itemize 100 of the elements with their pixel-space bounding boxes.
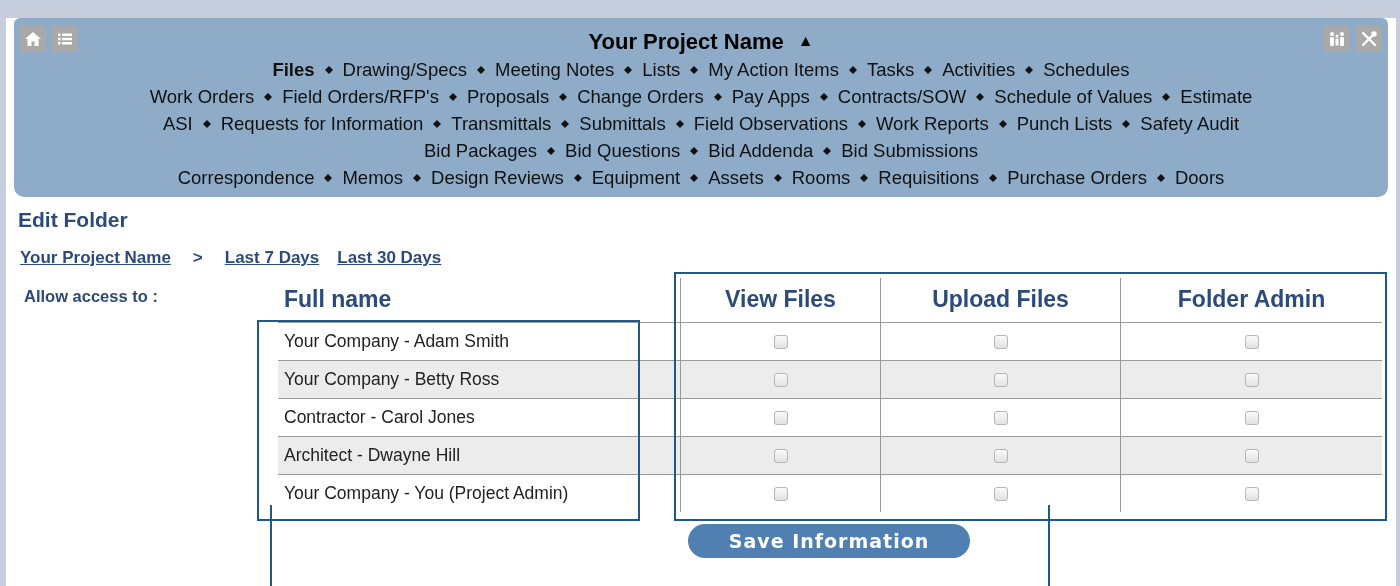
checkbox[interactable] <box>1244 372 1259 387</box>
table-cell-text: Contractor - Carol Jones <box>284 406 475 430</box>
nav-link[interactable]: Activities <box>942 55 1016 84</box>
collapse-toggle[interactable]: ▲ <box>797 29 814 53</box>
tools-icon[interactable] <box>1356 26 1382 52</box>
checkbox[interactable] <box>993 448 1008 463</box>
checkbox[interactable] <box>773 334 788 349</box>
bullet-icon <box>823 146 832 155</box>
bullet-icon <box>675 119 684 128</box>
date-filter-link[interactable]: Last 7 Days <box>224 245 320 271</box>
bullet-icon <box>561 119 570 128</box>
nav-link[interactable]: Field Orders/RFP's <box>282 82 439 111</box>
people-icon[interactable] <box>1324 26 1350 52</box>
list-icon[interactable] <box>52 26 78 52</box>
nav-link[interactable]: Memos <box>342 163 404 192</box>
nav-link[interactable]: Drawing/Specs <box>342 55 467 84</box>
nav-link[interactable]: Work Orders <box>149 82 255 111</box>
nav-link[interactable]: Design Reviews <box>431 163 564 192</box>
breadcrumb-link[interactable]: Your Project Name <box>20 245 171 271</box>
date-filter-link[interactable]: Last 30 Days <box>337 245 442 271</box>
nav-link[interactable]: Equipment <box>591 163 681 192</box>
nav-link[interactable]: Pay Apps <box>731 82 810 111</box>
bullet-icon <box>1156 173 1165 182</box>
checkbox[interactable] <box>1244 486 1259 501</box>
bullet-icon <box>773 173 782 182</box>
checkbox[interactable] <box>1244 334 1259 349</box>
bullet-icon <box>860 173 869 182</box>
column-header: Upload Files <box>932 284 1069 314</box>
home-icon[interactable] <box>20 26 46 52</box>
nav-link[interactable]: Requests for Information <box>220 109 424 138</box>
nav-link[interactable]: Schedules <box>1043 55 1130 84</box>
access-label: Allow access to : <box>24 287 158 305</box>
nav-link[interactable]: Doors <box>1174 163 1225 192</box>
nav-link[interactable]: Submittals <box>579 109 666 138</box>
checkbox[interactable] <box>773 372 788 387</box>
bullet-icon <box>324 173 333 182</box>
bullet-icon <box>690 173 699 182</box>
nav-link[interactable]: My Action Items <box>708 55 839 84</box>
nav-link[interactable]: Proposals <box>466 82 550 111</box>
nav-link[interactable]: Punch Lists <box>1016 109 1113 138</box>
table-cell-text: Your Company - You (Project Admin) <box>284 482 569 506</box>
bullet-icon <box>1025 65 1034 74</box>
checkbox[interactable] <box>773 448 788 463</box>
nav-link[interactable]: Lists <box>642 55 681 84</box>
bullet-icon <box>1122 119 1131 128</box>
nav-link[interactable]: Purchase Orders <box>1007 163 1147 192</box>
bullet-icon <box>690 65 699 74</box>
checkbox[interactable] <box>993 372 1008 387</box>
bullet-icon <box>448 92 457 101</box>
nav-link[interactable]: Tasks <box>866 55 915 84</box>
nav-link[interactable]: Bid Submissions <box>841 136 978 165</box>
nav-link[interactable]: Estimate <box>1180 82 1253 111</box>
checkbox[interactable] <box>993 486 1008 501</box>
nav-link[interactable]: ASI <box>162 109 193 138</box>
nav-link[interactable]: Assets <box>708 163 764 192</box>
checkbox[interactable] <box>1244 448 1259 463</box>
breadcrumb-separator: > <box>192 247 203 270</box>
nav-link[interactable]: Rooms <box>791 163 851 192</box>
table-cell-text: Your Company - Betty Ross <box>284 368 500 392</box>
nav-link[interactable]: Safety Audit <box>1140 109 1240 138</box>
nav-link[interactable]: Bid Questions <box>565 136 681 165</box>
column-header: Full name <box>284 284 392 314</box>
nav-link[interactable]: Bid Addenda <box>708 136 814 165</box>
column-header: Folder Admin <box>1177 284 1326 314</box>
nav-link[interactable]: Files <box>272 55 315 84</box>
bullet-icon <box>264 92 273 101</box>
nav-link[interactable]: Contracts/SOW <box>837 82 967 111</box>
checkbox[interactable] <box>773 410 788 425</box>
nav-link[interactable]: Transmittals <box>451 109 552 138</box>
bullet-icon <box>819 92 828 101</box>
bullet-icon <box>573 173 582 182</box>
nav-link[interactable]: Correspondence <box>177 163 315 192</box>
checkbox[interactable] <box>1244 410 1259 425</box>
nav-link[interactable]: Schedule of Values <box>994 82 1153 111</box>
checkbox[interactable] <box>773 486 788 501</box>
bullet-icon <box>413 173 422 182</box>
bullet-icon <box>857 119 866 128</box>
bullet-icon <box>1162 92 1171 101</box>
bullet-icon <box>848 65 857 74</box>
project-title: Your Project Name <box>588 27 784 56</box>
checkbox[interactable] <box>993 334 1008 349</box>
nav-link[interactable]: Change Orders <box>577 82 704 111</box>
bullet-icon <box>559 92 568 101</box>
page-title: Edit Folder <box>17 207 129 232</box>
nav-link[interactable]: Meeting Notes <box>495 55 615 84</box>
bullet-icon <box>477 65 485 74</box>
save-button[interactable]: Save Information <box>688 524 970 558</box>
bullet-icon <box>924 65 933 74</box>
bullet-icon <box>690 146 699 155</box>
checkbox[interactable] <box>993 410 1008 425</box>
bullet-icon <box>624 65 633 74</box>
table-cell-text: Your Company - Adam Smith <box>284 330 509 354</box>
nav-link[interactable]: Field Observations <box>693 109 848 138</box>
bullet-icon <box>976 92 985 101</box>
nav-link[interactable]: Requisitions <box>878 163 980 192</box>
bullet-icon <box>998 119 1007 128</box>
bullet-icon <box>324 65 333 74</box>
nav-link[interactable]: Work Reports <box>875 109 989 138</box>
bullet-icon <box>202 119 211 128</box>
nav-link[interactable]: Bid Packages <box>424 136 538 165</box>
